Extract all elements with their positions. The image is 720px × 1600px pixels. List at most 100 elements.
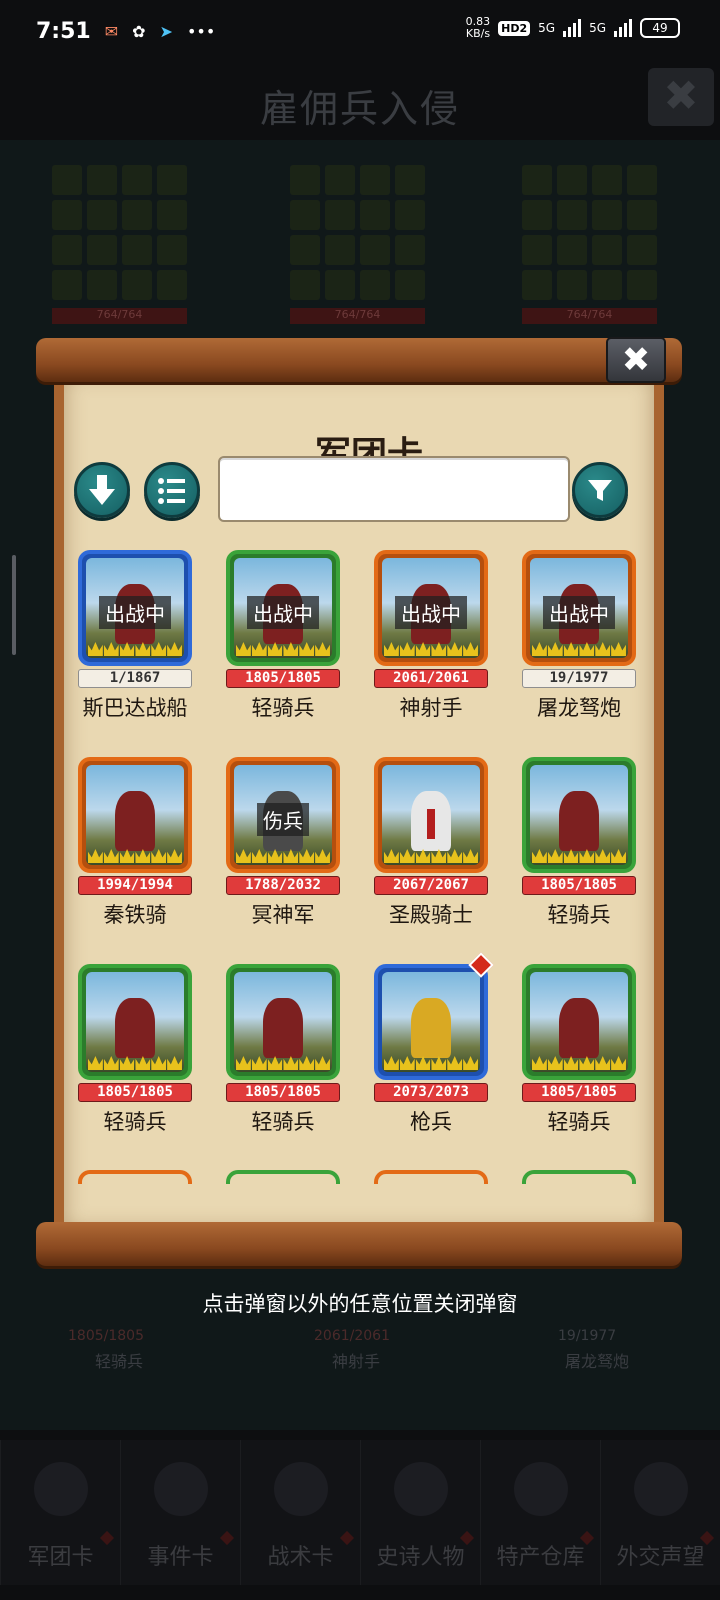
unit-portrait: 伤兵 (226, 757, 340, 873)
troop-count: 2061/2061 (374, 669, 488, 688)
star-rating (236, 642, 330, 656)
status-badge: 出战中 (99, 596, 171, 629)
unit-card[interactable]: 出战中 19/1977 屠龙驽炮 (522, 550, 636, 722)
filter-icon (588, 480, 612, 501)
background-unit-count: 2061/2061 (314, 1328, 390, 1344)
troop-count: 1805/1805 (522, 876, 636, 895)
search-input[interactable] (218, 456, 570, 522)
game-screen: 7:51 ✉ ✿ ➤ ••• 0.83 KB/s HD2 5G 5G 49 雇佣兵… (0, 0, 720, 1600)
network-type-2: 5G (589, 21, 606, 35)
wechat-icon: ✿ (132, 21, 146, 41)
star-rating (532, 849, 626, 863)
unit-portrait (374, 964, 488, 1080)
unit-name: 神射手 (399, 696, 463, 720)
troop-count: 2073/2073 (374, 1083, 488, 1102)
modal-close-button[interactable]: ✖ (606, 337, 666, 383)
signal-icon-2 (614, 19, 632, 37)
card-grid: 出战中 1/1867 斯巴达战船 出战中 1805/1805 轻骑兵 出战中 2061/206… (64, 550, 654, 1184)
unit-card[interactable]: 出战中 1/1867 斯巴达战船 (78, 550, 192, 722)
status-badge: 出战中 (247, 596, 319, 629)
background-unit-label: 轻骑兵 (95, 1352, 144, 1371)
unit-card[interactable]: 2073/2073 枪兵 (374, 952, 494, 1136)
hd-icon: HD2 (498, 20, 531, 36)
clock: 7:51 (36, 18, 91, 44)
star-rating (532, 642, 626, 656)
sort-down-button[interactable] (74, 462, 130, 518)
unit-portrait: 出战中 (226, 550, 340, 666)
unit-name: 轻骑兵 (251, 696, 315, 720)
status-badge: 伤兵 (257, 803, 309, 836)
list-icon (158, 478, 185, 504)
nav-specialty-warehouse[interactable]: 特产仓库 (480, 1440, 600, 1585)
unit-card[interactable]: 1805/1805 轻骑兵 (78, 964, 192, 1136)
nav-epic-characters[interactable]: 史诗人物 (360, 1440, 480, 1585)
unit-card-partial[interactable] (522, 1170, 636, 1184)
list-view-button[interactable] (144, 462, 200, 518)
nav-event-cards[interactable]: 事件卡 (120, 1440, 240, 1585)
unit-portrait: 出战中 (78, 550, 192, 666)
unit-card-partial[interactable] (226, 1170, 340, 1184)
troop-count: 19/1977 (522, 669, 636, 688)
star-rating (88, 849, 182, 863)
unit-card[interactable]: 伤兵 1788/2032 冥神军 (226, 757, 340, 929)
envelope-icon (633, 1462, 688, 1516)
unit-portrait (522, 964, 636, 1080)
unit-card[interactable]: 1805/1805 轻骑兵 (226, 964, 340, 1136)
background-unit-group: 764/764 (52, 165, 187, 335)
troop-count: 1805/1805 (226, 1083, 340, 1102)
status-badge: 出战中 (543, 596, 615, 629)
filter-button[interactable] (572, 462, 628, 518)
star-rating (88, 1056, 182, 1070)
background-unit-label: 屠龙驽炮 (565, 1352, 630, 1371)
troop-count: 1994/1994 (78, 876, 192, 895)
nav-legion-cards[interactable]: 军团卡 (0, 1440, 120, 1585)
event-icon (153, 1462, 208, 1516)
star-rating (384, 1056, 478, 1070)
troop-count: 2067/2067 (374, 876, 488, 895)
scroll-rod-bottom (36, 1222, 682, 1266)
signal-icon (563, 19, 582, 37)
troop-count: 1805/1805 (78, 1083, 192, 1102)
background-unit-label: 神射手 (332, 1352, 381, 1371)
scroll-rod-top (36, 338, 682, 382)
unit-name: 轻骑兵 (547, 903, 611, 927)
network-type-1: 5G (538, 21, 556, 35)
star-rating (236, 849, 330, 863)
nav-diplomacy[interactable]: 外交声望 (600, 1440, 720, 1585)
troop-count: 1805/1805 (226, 669, 340, 688)
helmet-icon (33, 1462, 88, 1516)
unit-portrait (78, 964, 192, 1080)
chest-icon (513, 1462, 568, 1516)
nav-tactic-cards[interactable]: 战术卡 (240, 1440, 360, 1585)
unit-name: 冥神军 (251, 903, 315, 927)
background-unit-group: 764/764 (522, 165, 657, 335)
unit-card[interactable]: 1805/1805 轻骑兵 (522, 964, 636, 1136)
unit-card-partial[interactable] (78, 1170, 192, 1184)
unit-card[interactable]: 出战中 2061/2061 神射手 (374, 550, 488, 722)
unit-card[interactable]: 1805/1805 轻骑兵 (522, 757, 636, 929)
star-rating (384, 849, 478, 863)
unit-name: 秦铁骑 (103, 903, 167, 927)
unit-card-partial[interactable] (374, 1170, 488, 1184)
unit-name: 斯巴达战船 (82, 696, 188, 720)
unit-name: 轻骑兵 (547, 1110, 611, 1134)
more-icon: ••• (186, 21, 216, 41)
background-unit-group: 764/764 (290, 165, 425, 335)
unit-card[interactable]: 出战中 1805/1805 轻骑兵 (226, 550, 340, 722)
scrollbar[interactable] (12, 555, 16, 655)
unit-name: 圣殿骑士 (389, 903, 473, 927)
troop-count: 1/1867 (78, 669, 192, 688)
troop-count: 1788/2032 (226, 876, 340, 895)
unit-card[interactable]: 2067/2067 圣殿骑士 (374, 757, 488, 929)
background-title: 雇佣兵入侵 (259, 87, 460, 131)
troop-count: 1805/1805 (522, 1083, 636, 1102)
tactic-icon (273, 1462, 328, 1516)
parchment: 军团卡 出战中1/1867斯巴达战船出战中1805/1805轻骑兵出战中2061… (54, 374, 664, 1230)
background-close-button[interactable]: ✖ (648, 68, 714, 126)
star-rating (532, 1056, 626, 1070)
close-icon: ✖ (621, 340, 651, 380)
unit-name: 轻骑兵 (103, 1110, 167, 1134)
unit-card[interactable]: 1994/1994 秦铁骑 (78, 757, 192, 929)
unit-name: 轻骑兵 (251, 1110, 315, 1134)
unit-portrait (522, 757, 636, 873)
